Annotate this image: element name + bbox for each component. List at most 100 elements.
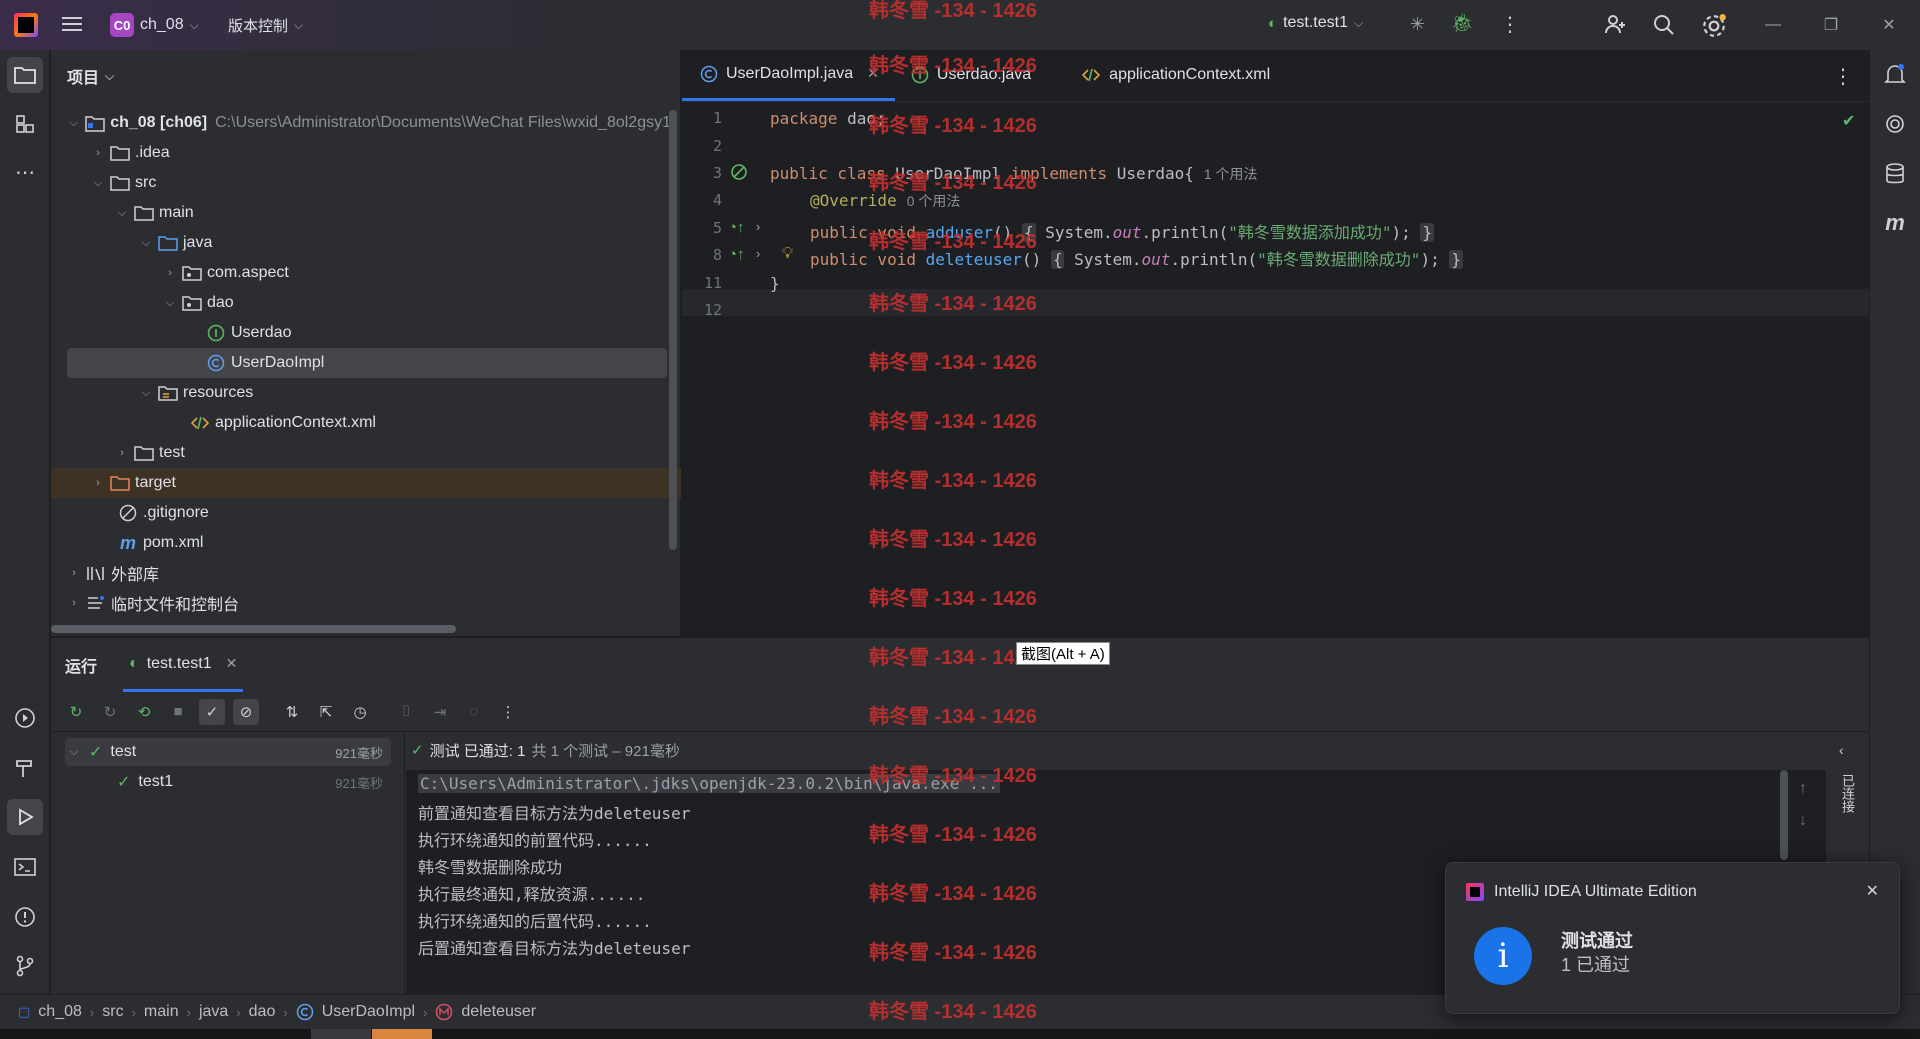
taskbar-item[interactable] <box>311 1029 371 1039</box>
services-icon[interactable] <box>7 700 43 736</box>
watermark-text: 韩冬雪 -134 - 1426 <box>869 411 1037 433</box>
more-options-icon[interactable]: ⋮ <box>495 699 521 725</box>
breadcrumb-item[interactable]: deleteuser <box>461 1003 536 1021</box>
test-row-suite[interactable]: ⌵ ✓ test 921毫秒 <box>65 738 391 766</box>
collapse-side-icon[interactable]: ‹ <box>1839 742 1844 758</box>
scroll-up-icon[interactable]: ↑ <box>1799 780 1807 798</box>
terminal-icon[interactable] <box>7 849 43 885</box>
fold-arrow-icon[interactable]: › <box>756 246 760 261</box>
settings-gear-icon[interactable] <box>1701 13 1727 39</box>
horizontal-scrollbar[interactable] <box>51 625 456 633</box>
breadcrumb-item[interactable]: UserDaoImpl <box>322 1003 415 1021</box>
tree-item-src[interactable]: ⌵ src <box>51 168 671 198</box>
project-panel-header[interactable]: 项目 ⌵ <box>51 50 680 102</box>
tree-item-scratches[interactable]: › 临时文件和控制台 <box>51 588 671 618</box>
tree-item-main[interactable]: ⌵ main <box>51 198 671 228</box>
tree-item-test[interactable]: › test <box>51 438 671 468</box>
more-actions-icon[interactable]: ⋮ <box>1500 12 1520 37</box>
tree-label: UserDaoImpl <box>231 354 325 371</box>
toggle-auto-test-icon[interactable]: ⟲ <box>131 699 157 725</box>
maven-icon[interactable]: m <box>1877 205 1913 241</box>
tree-item-target[interactable]: › target <box>51 468 681 498</box>
tree-item-resources[interactable]: ⌵ resources <box>51 378 671 408</box>
inspection-ok-icon[interactable]: ✔ <box>1842 111 1855 131</box>
breadcrumb-item[interactable]: dao <box>249 1003 276 1021</box>
build-hammer-icon[interactable] <box>7 750 43 786</box>
rerun-icon[interactable]: ↻ <box>63 699 89 725</box>
show-ignored-icon[interactable]: ⊘ <box>233 698 259 725</box>
run-config-selector[interactable]: ◐ test.test1 ⌵ <box>1268 14 1363 32</box>
tree-item-root[interactable]: ⌵ ch_08 [ch06] C:\Users\Administrator\Do… <box>51 108 671 138</box>
database-icon[interactable] <box>1877 156 1913 192</box>
project-view-icon[interactable] <box>7 57 43 93</box>
history-icon[interactable]: ◷ <box>347 699 373 725</box>
sort-icon[interactable]: ⇅ <box>279 699 305 725</box>
tree-item-dao[interactable]: ⌵ dao <box>51 288 671 318</box>
tab-userdaoimpl[interactable]: UserDaoImpl.java ✕ <box>682 49 895 101</box>
tree-item-gitignore[interactable]: .gitignore <box>51 498 671 528</box>
taskbar-item-active[interactable] <box>372 1029 432 1039</box>
tree-item-external-libs[interactable]: › 外部库 <box>51 558 671 588</box>
rerun-failed-icon[interactable]: ↻ <box>97 699 123 725</box>
vertical-scrollbar[interactable] <box>669 110 677 550</box>
collapsed-arrow-icon: › <box>96 147 100 159</box>
run-icon[interactable] <box>7 799 43 835</box>
search-icon[interactable] <box>1652 13 1676 37</box>
lightbulb-icon[interactable]: 💡︎ <box>782 245 793 263</box>
tree-item-com-aspect[interactable]: › com.aspect <box>51 258 671 288</box>
git-branch-icon[interactable] <box>7 948 43 984</box>
structure-icon[interactable] <box>7 106 43 142</box>
usage-hint[interactable]: 0 个用法 <box>907 193 961 209</box>
collapse-all-icon[interactable]: ⇱ <box>313 699 339 725</box>
console-line: 执行环绕通知的后置代码...... <box>418 912 652 931</box>
implements-method-icon[interactable]: ◔↑ <box>728 219 745 236</box>
restore-button[interactable]: ❐ <box>1802 0 1860 50</box>
tree-label: pom.xml <box>143 534 204 551</box>
fold-arrow-icon[interactable]: › <box>756 219 760 234</box>
coverage-icon[interactable]: ◌ <box>461 699 487 725</box>
notifications-bell-icon[interactable] <box>1877 57 1913 93</box>
tab-applicationcontext[interactable]: applicationContext.xml <box>1047 49 1286 101</box>
minimize-button[interactable]: — <box>1744 0 1802 50</box>
watermark-text: 韩冬雪 -134 - 1426 <box>869 293 1037 315</box>
breadcrumb-item[interactable]: src <box>102 1003 123 1021</box>
screenshot-icon[interactable]: ⌷ <box>393 699 419 725</box>
tree-item-applicationcontext[interactable]: applicationContext.xml <box>51 408 671 438</box>
usage-hint[interactable]: 1 个用法 <box>1204 166 1258 182</box>
tree-item-java[interactable]: ⌵ java <box>51 228 671 258</box>
console-scrollbar[interactable] <box>1780 770 1788 860</box>
close-notification-icon[interactable]: ✕ <box>1866 881 1879 901</box>
debug-icon[interactable]: 🐞︎ <box>1451 13 1474 34</box>
tab-run-config[interactable]: ◐ test.test1 ✕ <box>123 638 244 692</box>
stop-icon[interactable]: ■ <box>165 699 191 725</box>
problems-icon[interactable] <box>7 899 43 935</box>
editor-more-icon[interactable]: ⋮ <box>1833 64 1853 89</box>
current-line-highlight <box>682 289 1869 316</box>
project-switcher[interactable]: C0 ch_08 ⌵ <box>110 13 199 37</box>
more-tools-icon[interactable]: ⋯ <box>7 154 43 190</box>
tree-item-userdao[interactable]: Userdao <box>51 318 671 348</box>
breadcrumb-item[interactable]: main <box>144 1003 179 1021</box>
breadcrumb-item[interactable]: java <box>199 1003 228 1021</box>
close-tab-icon[interactable]: ✕ <box>226 655 238 672</box>
code-token: out <box>1112 223 1142 242</box>
tree-item-userdaoimpl[interactable]: UserDaoImpl <box>67 348 667 378</box>
implements-method-icon[interactable]: ◔↑ <box>728 246 745 263</box>
loading-spinner-icon[interactable]: ✳ <box>1410 14 1425 35</box>
code-area[interactable]: ✔ 1 2 3 4 5 8 11 12 ◔↑ › ◔↑ › 💡︎ package… <box>682 103 1869 636</box>
close-window-button[interactable]: ✕ <box>1860 0 1918 50</box>
tree-item-idea[interactable]: › .idea <box>51 138 671 168</box>
tree-item-pom[interactable]: m pom.xml <box>51 528 671 558</box>
breadcrumb-item[interactable]: ch_08 <box>38 1003 82 1021</box>
expand-arrow-icon: ⌵ <box>165 296 175 309</box>
import-tests-icon[interactable]: ⇥ <box>427 699 453 725</box>
ai-assistant-icon[interactable] <box>1877 106 1913 142</box>
main-menu-button[interactable] <box>62 14 84 34</box>
bean-icon[interactable] <box>730 163 748 181</box>
vcs-menu[interactable]: 版本控制 ⌵ <box>228 15 303 36</box>
add-user-icon[interactable] <box>1603 12 1627 36</box>
scroll-down-icon[interactable]: ↓ <box>1799 812 1807 830</box>
show-passed-icon[interactable]: ✓ <box>199 698 225 725</box>
app-logo-icon[interactable] <box>14 13 38 37</box>
test-row-case[interactable]: ✓ test1 921毫秒 <box>65 768 391 796</box>
